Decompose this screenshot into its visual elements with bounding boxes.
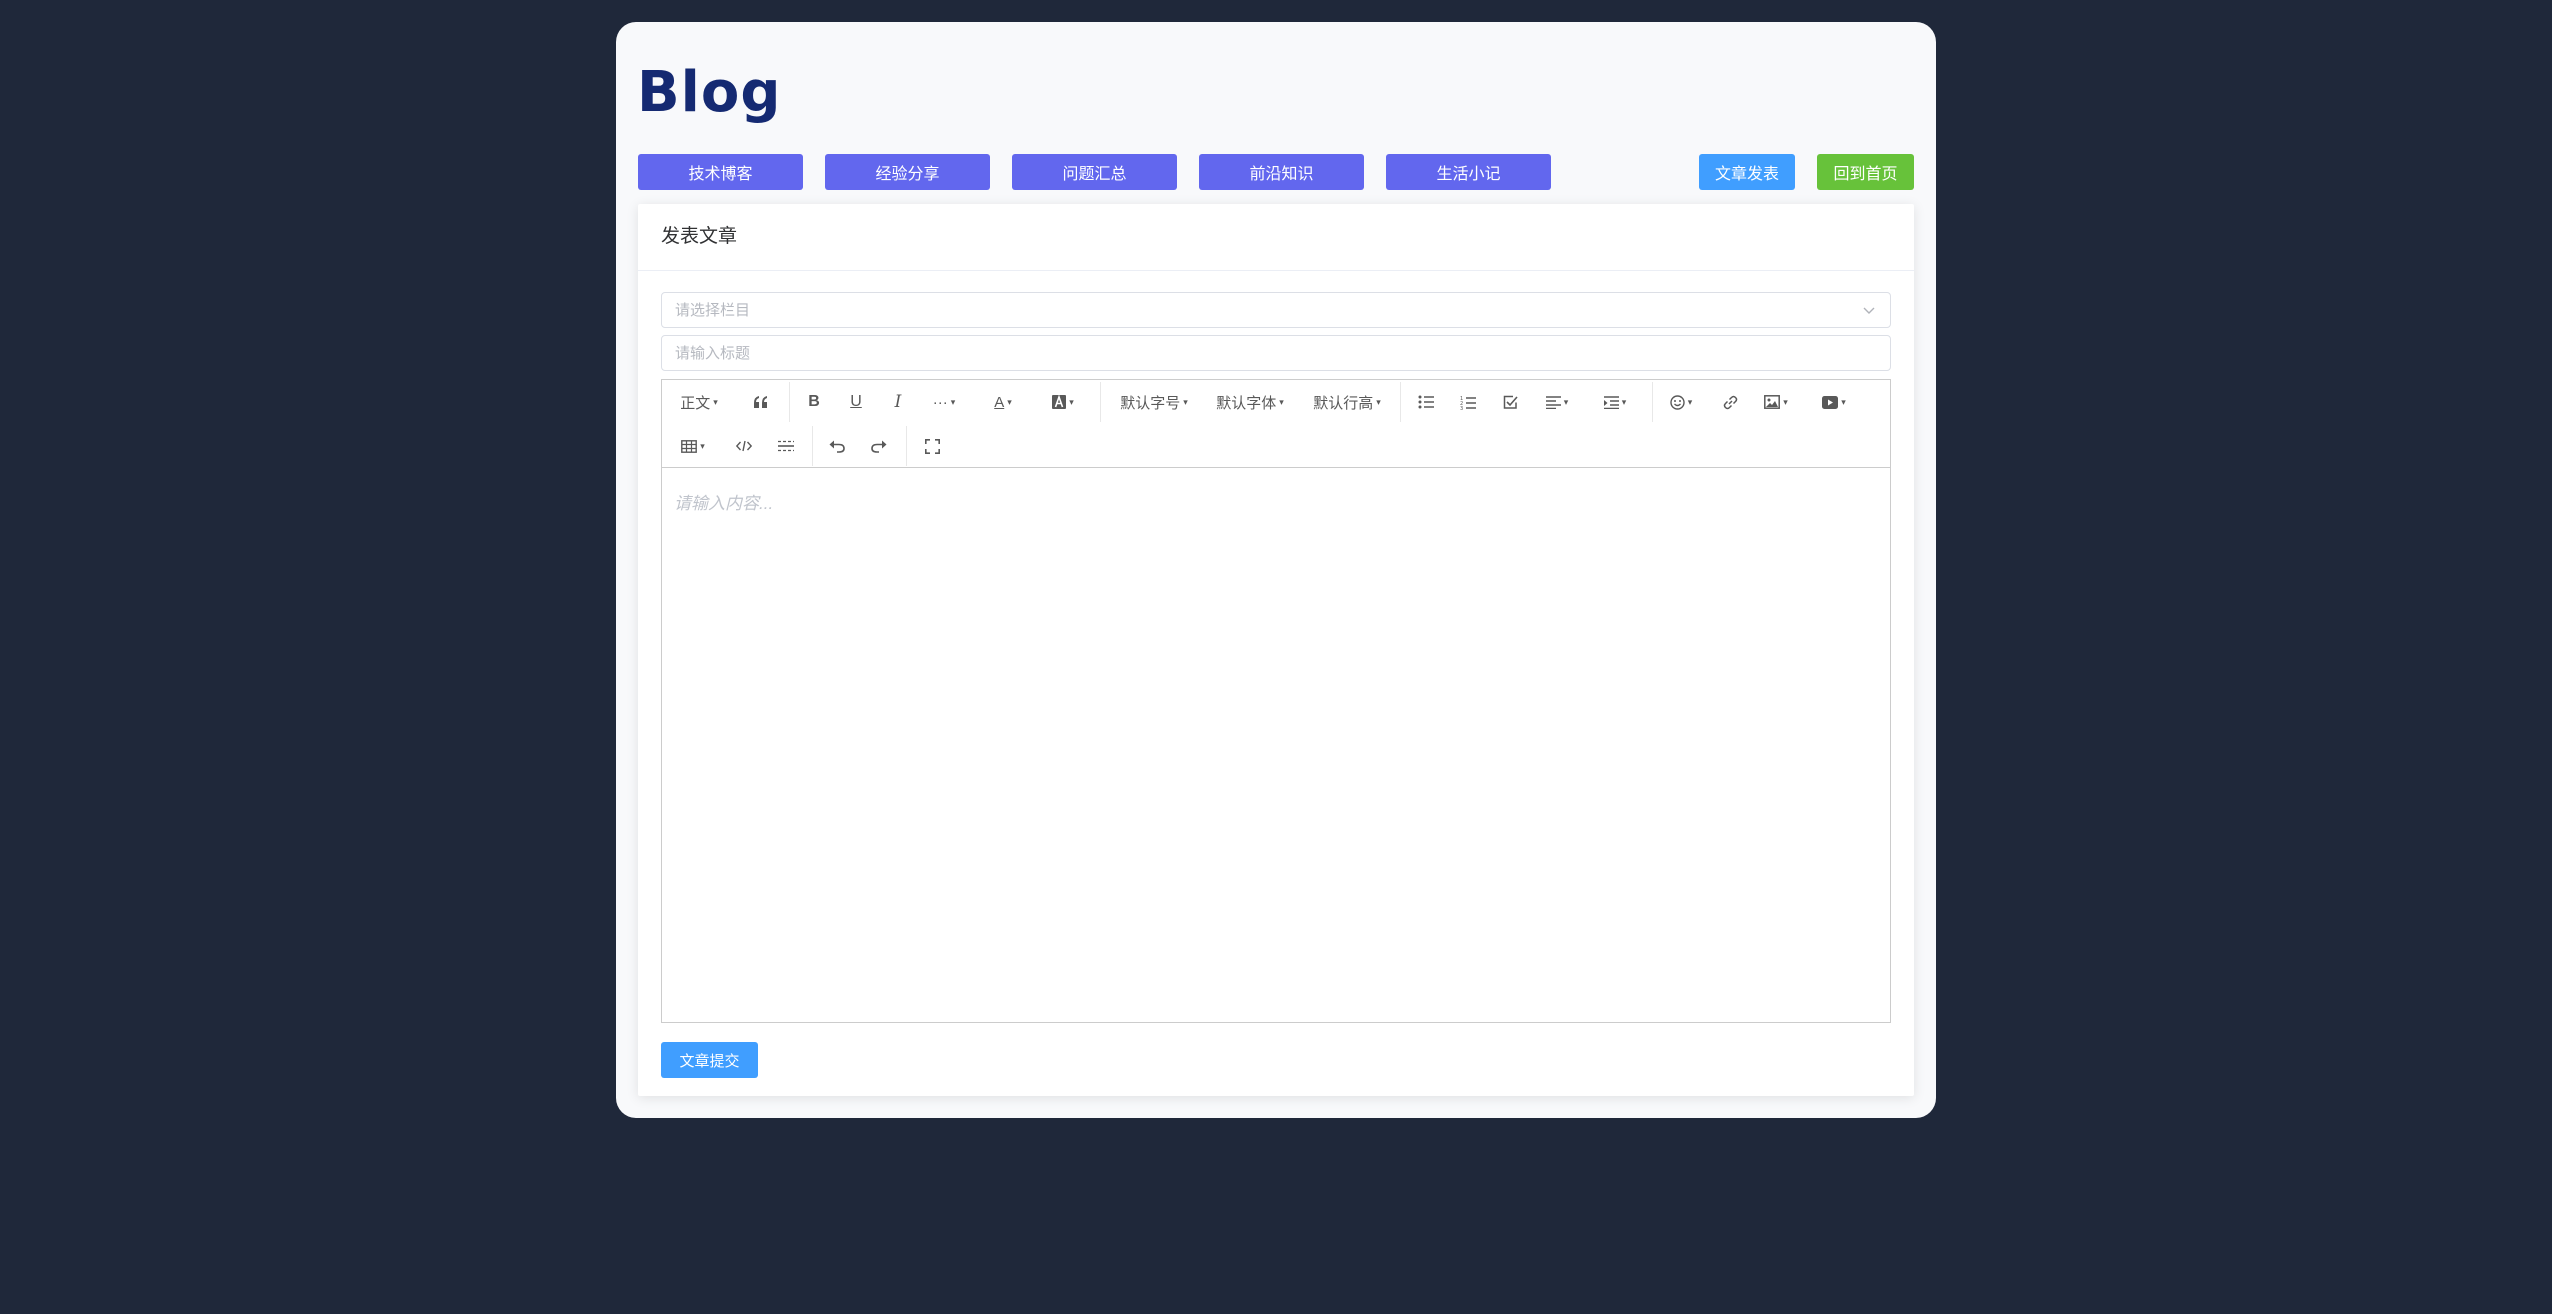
column-select-input[interactable] <box>662 293 1825 327</box>
todo-checkbox-icon[interactable] <box>1495 387 1525 417</box>
align-icon[interactable]: ▾ <box>1538 387 1576 417</box>
page-container: Blog 技术博客 经验分享 问题汇总 前沿知识 生活小记 文章发表 回到首页 … <box>616 22 1936 1118</box>
toolbar-divider <box>812 426 813 466</box>
font-size-select[interactable]: 默认字号 ▾ <box>1114 387 1194 417</box>
bold-icon[interactable]: B <box>799 387 829 417</box>
nav-frontier-button[interactable]: 前沿知识 <box>1199 154 1364 190</box>
italic-icon[interactable]: I <box>883 387 913 417</box>
content-placeholder: 请输入内容... <box>674 494 774 513</box>
submit-article-button[interactable]: 文章提交 <box>661 1042 758 1078</box>
heading-select[interactable]: 正文 ▾ <box>674 387 724 417</box>
line-height-label: 默认行高 <box>1313 394 1374 412</box>
back-home-button[interactable]: 回到首页 <box>1817 154 1914 190</box>
line-height-select[interactable]: 默认行高 ▾ <box>1307 387 1387 417</box>
redo-icon[interactable] <box>864 431 894 461</box>
video-icon[interactable]: ▾ <box>1815 387 1853 417</box>
nav-life-notes-button[interactable]: 生活小记 <box>1386 154 1551 190</box>
font-color-icon[interactable]: A ▾ <box>984 387 1022 417</box>
font-size-label: 默认字号 <box>1120 394 1181 412</box>
blockquote-icon[interactable] <box>746 387 776 417</box>
title-field[interactable] <box>661 335 1891 371</box>
toolbar-divider <box>1400 382 1401 422</box>
emoji-icon[interactable]: ▾ <box>1662 387 1700 417</box>
image-icon[interactable]: ▾ <box>1757 387 1795 417</box>
editor-toolbar: 正文 ▾ B U I ··· ▾ A ▾ ▾ 默认字号 ▾ 默认字体 ▾ 默认行高 ▾ <box>662 380 1890 468</box>
card-title: 发表文章 <box>638 204 1914 271</box>
toolbar-divider <box>1652 382 1653 422</box>
more-styles-icon[interactable]: ··· ▾ <box>925 387 963 417</box>
undo-icon[interactable] <box>822 431 852 461</box>
nav-experience-button[interactable]: 经验分享 <box>825 154 990 190</box>
font-family-select[interactable]: 默认字体 ▾ <box>1210 387 1290 417</box>
table-icon[interactable]: ▾ <box>674 431 712 461</box>
publish-article-button[interactable]: 文章发表 <box>1699 154 1795 190</box>
numbered-list-icon[interactable]: 123 <box>1453 387 1483 417</box>
nav-issues-button[interactable]: 问题汇总 <box>1012 154 1177 190</box>
editor-content-area[interactable]: 请输入内容... <box>662 468 1890 1022</box>
underline-icon[interactable]: U <box>841 387 871 417</box>
column-select[interactable] <box>661 292 1891 328</box>
indent-icon[interactable]: ▾ <box>1596 387 1634 417</box>
site-logo[interactable]: Blog <box>637 60 781 125</box>
title-input[interactable] <box>662 336 1825 370</box>
bulleted-list-icon[interactable] <box>1411 387 1441 417</box>
horizontal-rule-icon[interactable] <box>771 431 801 461</box>
caret-down-icon: ▾ <box>713 396 718 407</box>
nav-tech-blog-button[interactable]: 技术博客 <box>638 154 803 190</box>
top-nav: 技术博客 经验分享 问题汇总 前沿知识 生活小记 文章发表 回到首页 <box>638 154 1914 190</box>
heading-select-label: 正文 <box>680 394 711 412</box>
chevron-down-icon[interactable] <box>1862 303 1876 317</box>
background-color-icon[interactable]: ▾ <box>1044 387 1082 417</box>
svg-text:3: 3 <box>1460 406 1463 410</box>
font-family-label: 默认字体 <box>1216 394 1277 412</box>
rich-text-editor: 正文 ▾ B U I ··· ▾ A ▾ ▾ 默认字号 ▾ 默认字体 ▾ 默认行高 ▾ <box>661 379 1891 1023</box>
publish-card: 发表文章 正文▾ B U I ···▾ A▾ <box>638 204 1914 1096</box>
link-icon[interactable] <box>1715 387 1745 417</box>
code-icon[interactable] <box>729 431 759 461</box>
toolbar-divider <box>906 426 907 466</box>
toolbar-divider <box>1100 382 1101 422</box>
toolbar-divider <box>789 382 790 422</box>
fullscreen-icon[interactable] <box>917 431 947 461</box>
